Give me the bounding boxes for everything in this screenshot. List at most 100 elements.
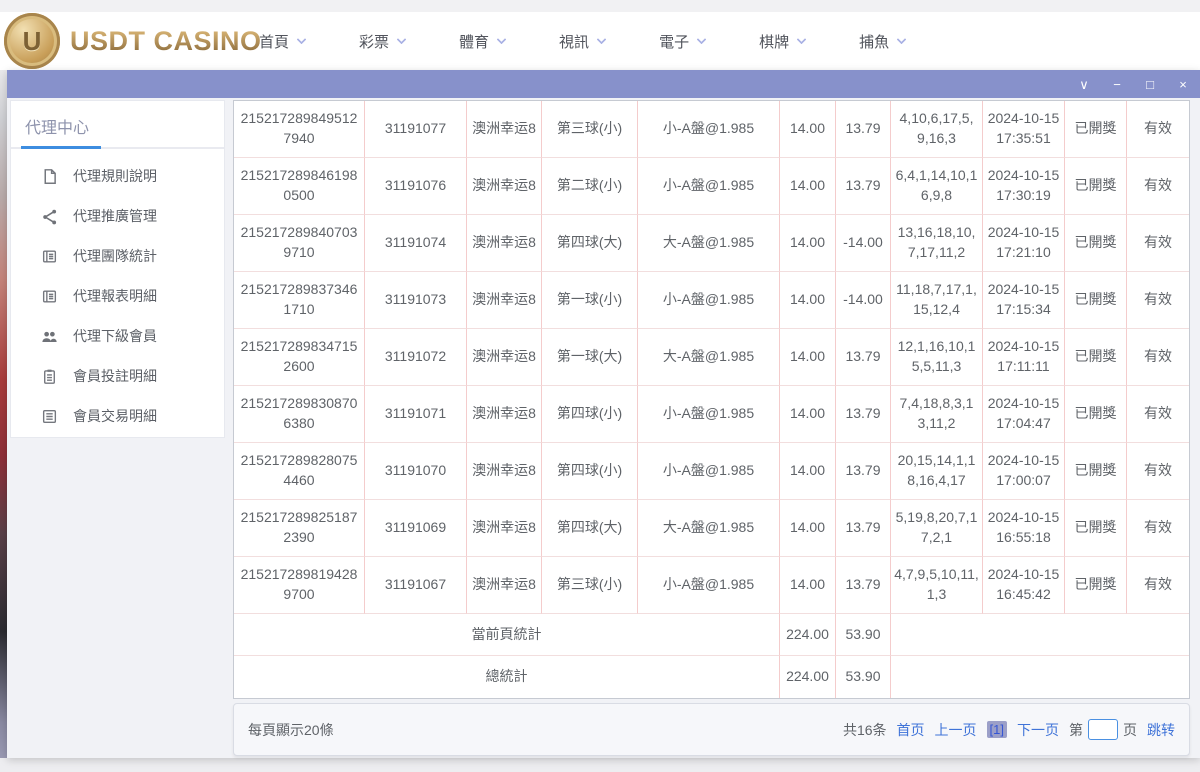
page-summary-row: 當前頁統計 224.00 53.90 [234, 614, 1189, 656]
table-row: 2152172898461980500 31191076 澳洲幸运8 第二球(小… [234, 158, 1189, 215]
current-page-badge: [1] [987, 721, 1007, 738]
members-icon [41, 328, 58, 345]
sidebar-item-label: 會員投註明細 [73, 366, 157, 386]
cell-play-type: 第四球(小) [542, 386, 638, 443]
cell-bet-content: 小-A盤@1.985 [638, 101, 780, 158]
chevron-down-icon [597, 34, 607, 44]
sidebar-item-team-stats[interactable]: 代理團隊統計 [11, 236, 224, 276]
table-row: 2152172898280754460 31191070 澳洲幸运8 第四球(小… [234, 443, 1189, 500]
cell-valid: 有效 [1127, 158, 1189, 215]
cell-draw-result: 7,4,18,8,3,13,11,2 [891, 386, 983, 443]
sidebar-item-member-transactions[interactable]: 會員交易明細 [11, 396, 224, 436]
cell-bet-id: 2152172898308706380 [234, 386, 365, 443]
prev-page-link[interactable]: 上一页 [935, 720, 977, 740]
cell-play-type: 第三球(小) [542, 101, 638, 158]
cell-period: 31191069 [365, 500, 467, 557]
cell-amount: 14.00 [780, 500, 836, 557]
cell-draw-result: 20,15,14,1,18,16,4,17 [891, 443, 983, 500]
cell-valid: 有效 [1127, 329, 1189, 386]
first-page-link[interactable]: 首页 [897, 720, 925, 740]
nav-item-lottery[interactable]: 彩票 [332, 31, 432, 52]
bet-records-table: 2152172898495127940 31191077 澳洲幸运8 第三球(小… [233, 100, 1190, 699]
nav-item-video[interactable]: 視訊 [532, 31, 632, 52]
chevron-down-icon [697, 34, 707, 44]
chevron-down-icon [897, 34, 907, 44]
total-count-text: 共16条 [843, 720, 887, 740]
table-row: 2152172898251872390 31191069 澳洲幸运8 第四球(大… [234, 500, 1189, 557]
sidebar-item-agent-report[interactable]: 代理報表明細 [11, 276, 224, 316]
window-content: 代理中心 代理規則說明 代理推廣管理 代理團隊統計 代理報表明細 [7, 98, 1200, 758]
cell-bet-id: 2152172898251872390 [234, 500, 365, 557]
cell-period: 31191072 [365, 329, 467, 386]
cell-amount: 14.00 [780, 215, 836, 272]
cell-play-type: 第一球(小) [542, 272, 638, 329]
cell-status: 已開獎 [1065, 215, 1127, 272]
site-logo[interactable]: U USDT CASINO [4, 12, 262, 70]
summary-winloss: 53.90 [836, 614, 891, 656]
summary-empty [891, 614, 1189, 656]
cell-winloss: 13.79 [836, 329, 891, 386]
window-minimize-button[interactable]: − [1110, 78, 1124, 91]
nav-item-cards[interactable]: 棋牌 [732, 31, 832, 52]
cell-lottery: 澳洲幸运8 [467, 158, 542, 215]
cell-winloss: -14.00 [836, 272, 891, 329]
pagination-bar: 每頁顯示20條 共16条 首页 上一页 [1] 下一页 第 页 跳转 [233, 703, 1190, 756]
cell-play-type: 第四球(大) [542, 215, 638, 272]
cell-status: 已開獎 [1065, 500, 1127, 557]
cell-winloss: 13.79 [836, 557, 891, 614]
jump-button[interactable]: 跳转 [1147, 720, 1175, 740]
cell-draw-result: 4,10,6,17,5,9,16,3 [891, 101, 983, 158]
cell-bet-id: 2152172898407039710 [234, 215, 365, 272]
cell-time: 2024-10-15 17:04:47 [983, 386, 1065, 443]
cell-status: 已開獎 [1065, 557, 1127, 614]
sidebar-item-agent-rules[interactable]: 代理規則說明 [11, 156, 224, 196]
cell-period: 31191071 [365, 386, 467, 443]
cell-valid: 有效 [1127, 215, 1189, 272]
nav-item-slots[interactable]: 電子 [632, 31, 732, 52]
cell-time: 2024-10-15 17:21:10 [983, 215, 1065, 272]
window-maximize-button[interactable]: □ [1143, 78, 1157, 91]
cell-bet-id: 2152172898495127940 [234, 101, 365, 158]
sidebar-item-member-bets[interactable]: 會員投註明細 [11, 356, 224, 396]
cell-period: 31191070 [365, 443, 467, 500]
cell-status: 已開獎 [1065, 329, 1127, 386]
cell-bet-id: 2152172898347152600 [234, 329, 365, 386]
cell-play-type: 第三球(小) [542, 557, 638, 614]
window-collapse-button[interactable]: ∨ [1077, 78, 1091, 91]
cell-period: 31191077 [365, 101, 467, 158]
sidebar-item-agent-promotion[interactable]: 代理推廣管理 [11, 196, 224, 236]
cell-lottery: 澳洲幸运8 [467, 329, 542, 386]
cell-bet-content: 小-A盤@1.985 [638, 557, 780, 614]
agent-center-window: ∨ − □ × 代理中心 代理規則說明 代理推廣管理 代理團隊統計 [7, 70, 1200, 758]
cell-status: 已開獎 [1065, 386, 1127, 443]
cell-amount: 14.00 [780, 158, 836, 215]
cell-bet-content: 大-A盤@1.985 [638, 500, 780, 557]
cell-bet-content: 大-A盤@1.985 [638, 215, 780, 272]
page-jump-input[interactable] [1088, 719, 1118, 740]
share-icon [41, 208, 58, 225]
table-row: 2152172898373461710 31191073 澳洲幸运8 第一球(小… [234, 272, 1189, 329]
nav-item-fishing[interactable]: 捕魚 [832, 31, 932, 52]
nav-item-home[interactable]: 首頁 [232, 31, 332, 52]
cell-valid: 有效 [1127, 386, 1189, 443]
nav-item-sports[interactable]: 體育 [432, 31, 532, 52]
chevron-down-icon [297, 34, 307, 44]
window-close-button[interactable]: × [1176, 78, 1190, 91]
cell-valid: 有效 [1127, 500, 1189, 557]
sidebar-item-label: 會員交易明細 [73, 406, 157, 426]
cell-valid: 有效 [1127, 557, 1189, 614]
site-header: U USDT CASINO 首頁 彩票 體育 視訊 電子 棋牌 捕魚 [0, 12, 1200, 70]
report-icon [41, 288, 58, 305]
next-page-link[interactable]: 下一页 [1017, 720, 1059, 740]
coin-letter: U [23, 26, 42, 57]
cell-amount: 14.00 [780, 557, 836, 614]
chevron-down-icon [797, 34, 807, 44]
cell-play-type: 第一球(大) [542, 329, 638, 386]
sidebar-menu: 代理規則說明 代理推廣管理 代理團隊統計 代理報表明細 代理下級會員 [11, 149, 224, 436]
table-row: 2152172898308706380 31191071 澳洲幸运8 第四球(小… [234, 386, 1189, 443]
team-stats-icon [41, 248, 58, 265]
coin-logo-icon: U [4, 13, 60, 69]
cell-time: 2024-10-15 17:35:51 [983, 101, 1065, 158]
sidebar-item-downline-members[interactable]: 代理下級會員 [11, 316, 224, 356]
cell-draw-result: 4,7,9,5,10,11,1,3 [891, 557, 983, 614]
